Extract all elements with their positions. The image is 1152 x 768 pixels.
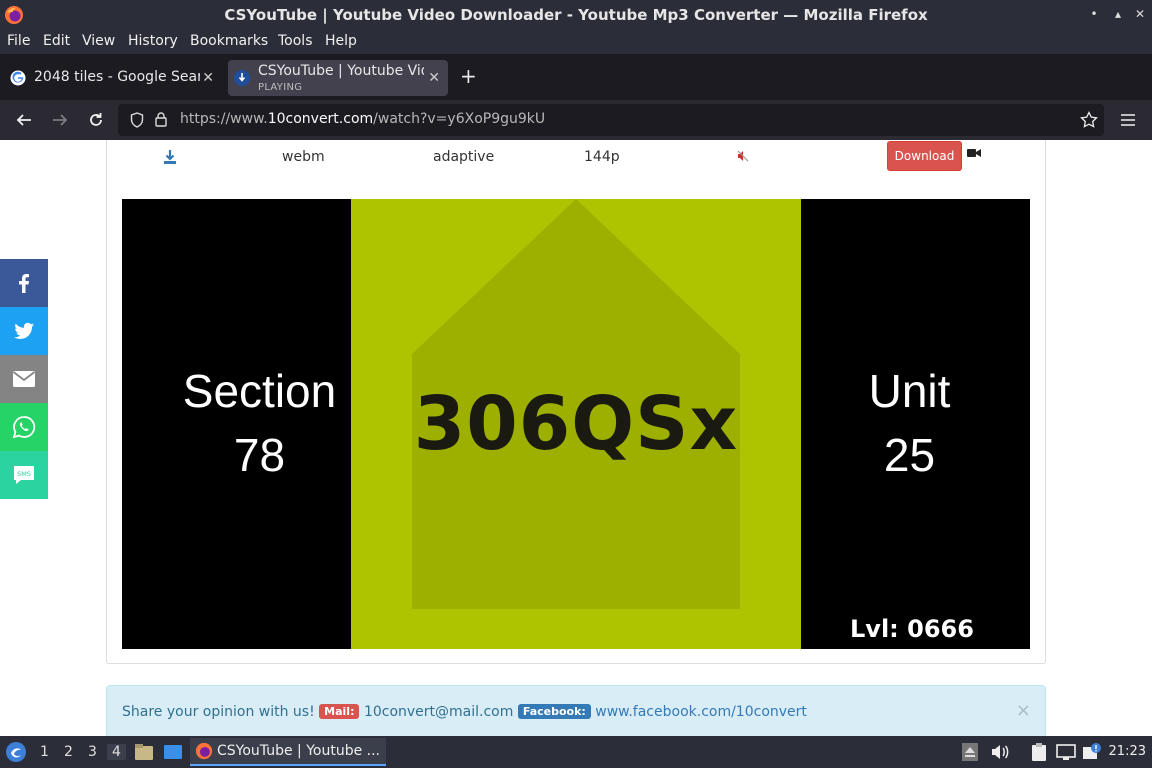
app-menu-button[interactable] [1116, 108, 1140, 132]
share-sms-button[interactable]: SMS [0, 451, 48, 499]
facebook-icon [19, 274, 29, 293]
menu-edit[interactable]: Edit [43, 33, 70, 49]
video-code-text: 306QSx [413, 381, 739, 467]
tab-close-icon[interactable]: ✕ [202, 70, 214, 86]
volume-icon[interactable] [990, 743, 1010, 761]
menu-file[interactable]: File [7, 33, 30, 49]
tab-csyoutube[interactable]: CSYouTube | Youtube Video Downloader PLA… [228, 60, 448, 96]
format-row: webm adaptive 144p Download [107, 140, 1045, 179]
eject-icon[interactable] [962, 743, 978, 761]
tab-close-icon[interactable]: ✕ [428, 70, 440, 86]
tab-label: 2048 tiles - Google Search [34, 69, 200, 85]
type-cell: adaptive [433, 149, 495, 165]
download-arrow-icon[interactable] [163, 149, 177, 165]
lock-icon[interactable] [154, 111, 168, 128]
sms-icon: SMS [14, 466, 34, 484]
facebook-link[interactable]: www.facebook.com/10convert [595, 704, 807, 720]
svg-text:SMS: SMS [17, 470, 31, 478]
forward-arrow-icon [53, 114, 68, 126]
reload-icon [90, 113, 102, 126]
taskbar-window-title: CSYouTube | Youtube ... [217, 743, 381, 759]
quality-cell: 144p [584, 149, 620, 165]
menu-view[interactable]: View [82, 33, 115, 49]
window-title: CSYouTube | Youtube Video Downloader - Y… [224, 6, 928, 24]
muted-audio-icon [737, 150, 749, 162]
url-bar[interactable]: https://www.10convert.com/watch?v=y6XoP9… [118, 104, 1104, 136]
back-arrow-icon [16, 114, 31, 126]
share-email-button[interactable] [0, 355, 48, 403]
mail-address: 10convert@mail.com [363, 704, 514, 720]
video-camera-icon [967, 149, 981, 157]
twitter-icon [14, 322, 34, 339]
navigation-bar: https://www.10convert.com/watch?v=y6XoP9… [0, 100, 1152, 140]
mail-badge: Mail: [319, 704, 360, 719]
menu-tools[interactable]: Tools [278, 33, 313, 49]
minimize-button[interactable]: • [1086, 6, 1102, 22]
network-icon[interactable] [1056, 743, 1076, 761]
menu-history[interactable]: History [128, 33, 178, 49]
reload-button[interactable] [84, 108, 108, 132]
download-button[interactable]: Download [887, 141, 962, 171]
maximize-button[interactable]: ▴ [1110, 6, 1126, 22]
email-icon [12, 371, 36, 387]
workspace-1[interactable]: 1 [40, 744, 49, 760]
close-window-button[interactable]: ✕ [1132, 6, 1148, 22]
window-titlebar: CSYouTube | Youtube Video Downloader - Y… [0, 0, 1152, 30]
desktop-icon[interactable] [163, 743, 183, 761]
csyoutube-favicon-icon [234, 70, 250, 86]
taskbar-clock: 21:23 [1108, 744, 1146, 759]
start-menu-icon[interactable] [5, 741, 27, 763]
share-twitter-button[interactable] [0, 307, 48, 355]
page-content: webm adaptive 144p Download 306QSx Secti… [0, 140, 1152, 736]
unit-label: Unit 25 [868, 365, 951, 481]
tab-label: CSYouTube | Youtube Video Downloader [258, 63, 424, 79]
taskbar-firefox-window[interactable]: CSYouTube | Youtube ... [190, 738, 386, 766]
google-icon [10, 70, 26, 86]
url-text[interactable]: https://www.10convert.com/watch?v=y6XoP9… [180, 111, 545, 127]
menu-bar: File Edit View History Bookmarks Tools H… [0, 30, 1152, 54]
tab-strip: 2048 tiles - Google Search ✕ CSYouTube |… [0, 54, 1152, 100]
section-label: Section 78 [182, 365, 337, 481]
menu-bookmarks[interactable]: Bookmarks [190, 33, 268, 49]
clipboard-icon[interactable] [1030, 742, 1048, 762]
tab-playing-label: PLAYING [258, 82, 303, 93]
format-cell: webm [282, 149, 325, 165]
menu-help[interactable]: Help [325, 33, 357, 49]
workspace-2[interactable]: 2 [64, 744, 73, 760]
new-tab-button[interactable]: + [460, 64, 477, 88]
feedback-alert: Share your opinion with us! Mail: 10conv… [106, 685, 1046, 736]
share-whatsapp-button[interactable] [0, 403, 48, 451]
forward-button[interactable] [48, 108, 72, 132]
back-button[interactable] [12, 108, 36, 132]
bookmark-star-icon[interactable] [1080, 111, 1098, 129]
workspace-3[interactable]: 3 [88, 744, 97, 760]
facebook-badge: Facebook: [517, 704, 591, 719]
alert-text: Share your opinion with us! Mail: 10conv… [122, 704, 807, 720]
firefox-taskbar-icon [195, 742, 213, 760]
video-player[interactable]: 306QSx Section 78 Unit 25 Lvl: 0666 [122, 199, 1030, 649]
hamburger-menu-icon [1121, 114, 1135, 126]
system-taskbar: 1 2 3 4 CSYouTube | Youtube ... 21:23 [0, 736, 1152, 768]
tab-google-search[interactable]: 2048 tiles - Google Search ✕ [4, 60, 222, 96]
level-label: Lvl: 0666 [850, 615, 974, 643]
notification-icon[interactable] [1082, 742, 1102, 762]
shield-icon[interactable] [130, 112, 144, 128]
file-manager-icon[interactable] [134, 743, 154, 761]
whatsapp-icon [12, 416, 36, 439]
formats-card: webm adaptive 144p Download 306QSx Secti… [106, 140, 1046, 664]
alert-close-button[interactable]: × [1016, 700, 1031, 721]
share-facebook-button[interactable] [0, 259, 48, 307]
workspace-4[interactable]: 4 [107, 744, 126, 760]
